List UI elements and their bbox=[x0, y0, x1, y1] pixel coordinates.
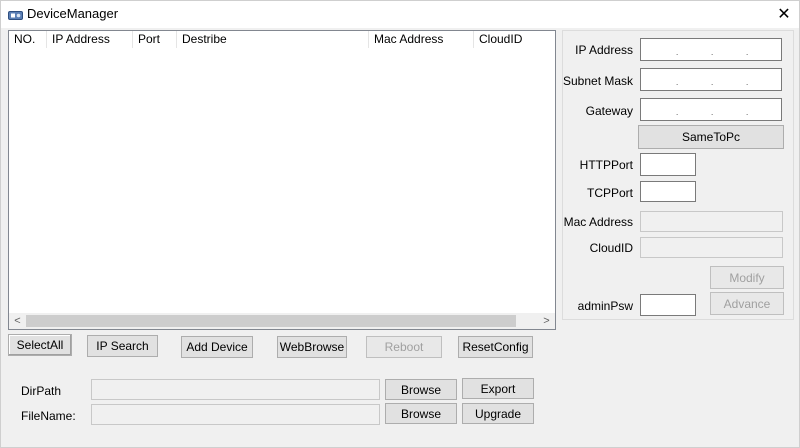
device-manager-window: DeviceManager ✕ NO. IP Address Port Dest… bbox=[0, 0, 800, 448]
scroll-right-icon[interactable]: > bbox=[538, 313, 555, 329]
http-port-input[interactable] bbox=[640, 153, 696, 176]
ip-separator: . bbox=[711, 48, 714, 57]
reset-config-button[interactable]: ResetConfig bbox=[458, 336, 533, 358]
ip-separator: . bbox=[711, 78, 714, 87]
ip-separator: . bbox=[746, 108, 749, 117]
scrollbar-thumb[interactable] bbox=[26, 315, 516, 327]
ip-search-button[interactable]: IP Search bbox=[87, 335, 158, 357]
export-button[interactable]: Export bbox=[462, 378, 534, 399]
admin-password-input[interactable] bbox=[640, 294, 696, 316]
modify-button[interactable]: Modify bbox=[710, 266, 784, 289]
tcp-port-input[interactable] bbox=[640, 181, 696, 202]
file-name-label: FileName: bbox=[21, 409, 76, 423]
column-header-port[interactable]: Port bbox=[133, 31, 177, 48]
ip-address-input[interactable]: . . . bbox=[640, 38, 782, 61]
same-to-pc-button[interactable]: SameToPc bbox=[638, 125, 784, 149]
column-header-ip-address[interactable]: IP Address bbox=[47, 31, 133, 48]
select-all-button[interactable]: SelectAll bbox=[8, 334, 72, 356]
tcp-port-label: TCPPort bbox=[586, 186, 633, 200]
horizontal-scrollbar[interactable]: < > bbox=[9, 313, 555, 329]
ip-separator: . bbox=[676, 108, 679, 117]
ip-separator: . bbox=[746, 48, 749, 57]
column-header-cloud-id[interactable]: CloudID bbox=[474, 31, 555, 48]
browse-file-button[interactable]: Browse bbox=[385, 403, 457, 424]
title-bar: DeviceManager ✕ bbox=[1, 1, 799, 28]
mac-address-field bbox=[640, 211, 783, 232]
browse-dir-button[interactable]: Browse bbox=[385, 379, 457, 400]
gateway-label: Gateway bbox=[585, 104, 633, 118]
gateway-input[interactable]: . . . bbox=[640, 98, 782, 121]
mac-address-label: Mac Address bbox=[563, 215, 633, 229]
column-header-no[interactable]: NO. bbox=[9, 31, 47, 48]
close-icon[interactable]: ✕ bbox=[769, 2, 799, 26]
admin-psw-label: adminPsw bbox=[577, 299, 633, 313]
upgrade-button[interactable]: Upgrade bbox=[462, 403, 534, 424]
window-title: DeviceManager bbox=[27, 6, 119, 21]
scroll-left-icon[interactable]: < bbox=[9, 313, 26, 329]
subnet-mask-input[interactable]: . . . bbox=[640, 68, 782, 91]
http-port-label: HTTPPort bbox=[579, 158, 633, 172]
ip-separator: . bbox=[746, 78, 749, 87]
advance-button[interactable]: Advance bbox=[710, 292, 784, 315]
column-header-mac-address[interactable]: Mac Address bbox=[369, 31, 474, 48]
file-name-field bbox=[91, 404, 380, 425]
ip-address-label: IP Address bbox=[575, 43, 633, 57]
device-list[interactable]: NO. IP Address Port Destribe Mac Address… bbox=[8, 30, 556, 330]
app-icon bbox=[8, 8, 23, 21]
ip-separator: . bbox=[676, 48, 679, 57]
ip-separator: . bbox=[676, 78, 679, 87]
ip-separator: . bbox=[711, 108, 714, 117]
reboot-button[interactable]: Reboot bbox=[366, 336, 442, 358]
cloud-id-label: CloudID bbox=[589, 241, 633, 255]
web-browse-button[interactable]: WebBrowse bbox=[277, 336, 347, 358]
subnet-mask-label: Subnet Mask bbox=[563, 74, 634, 88]
column-header-describe[interactable]: Destribe bbox=[177, 31, 369, 48]
dir-path-field bbox=[91, 379, 380, 400]
list-header: NO. IP Address Port Destribe Mac Address… bbox=[9, 31, 555, 48]
cloud-id-field bbox=[640, 237, 783, 258]
add-device-button[interactable]: Add Device bbox=[181, 336, 253, 358]
dir-path-label: DirPath bbox=[21, 384, 62, 398]
